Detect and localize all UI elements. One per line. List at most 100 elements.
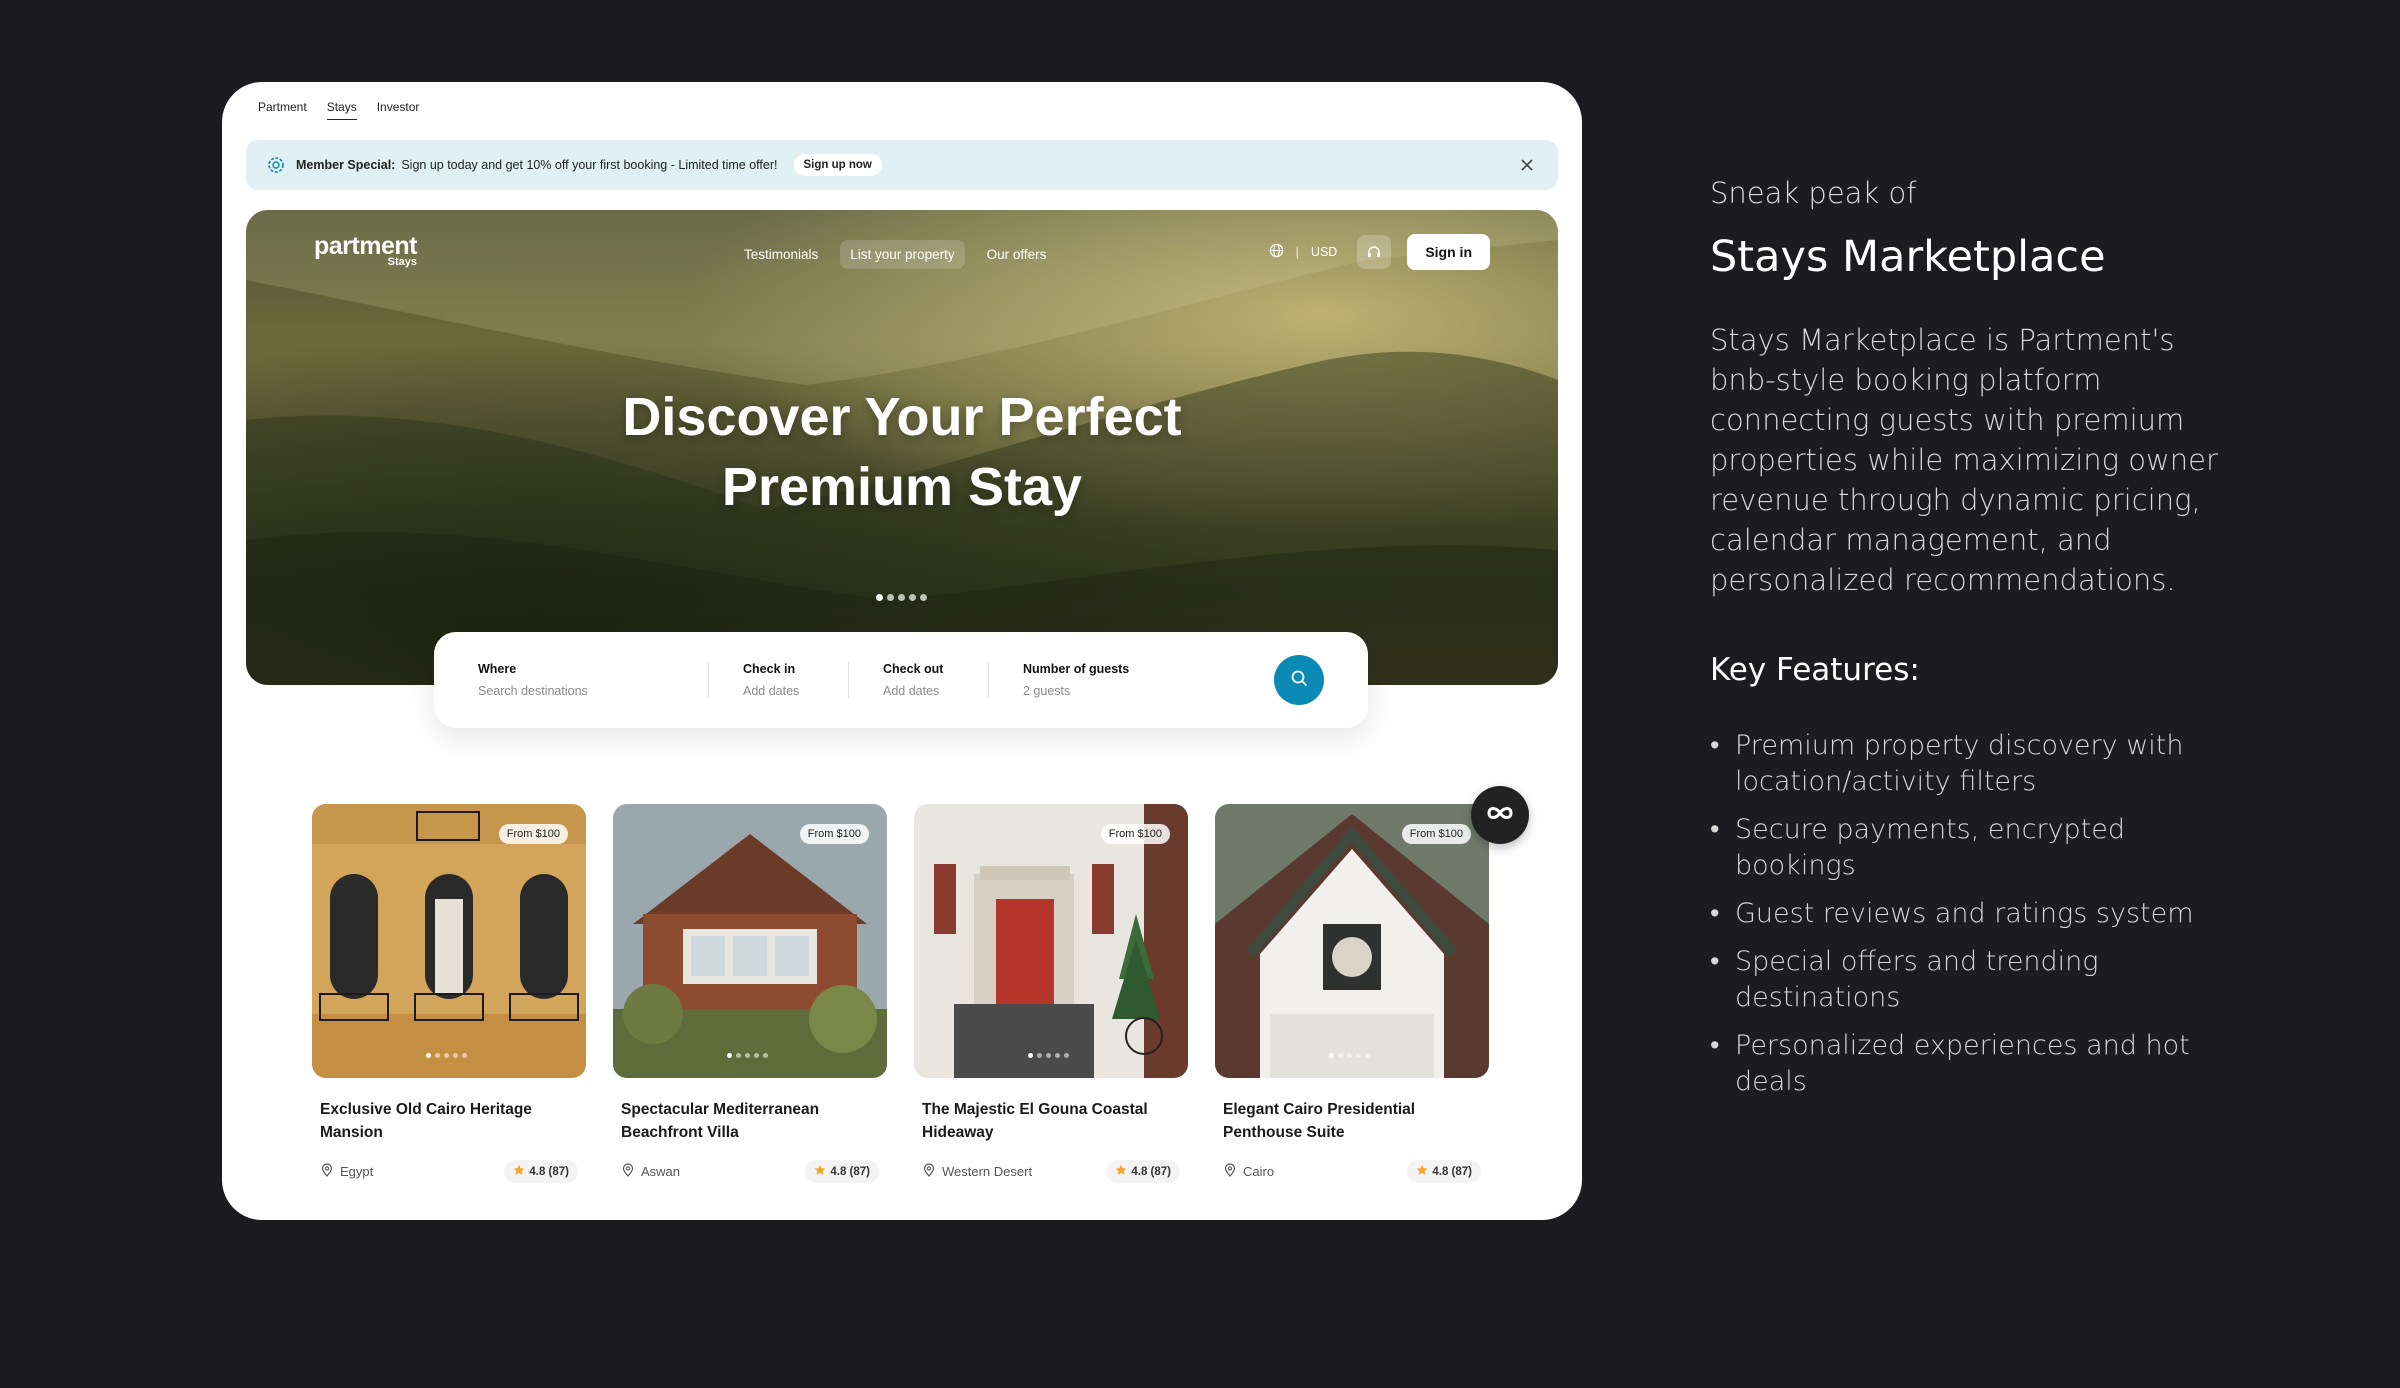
rating-text: 4.8 (87) [529, 1165, 569, 1178]
location-text: Egypt [340, 1164, 374, 1179]
topnav-stays[interactable]: Stays [326, 100, 357, 120]
headline-line-2: Premium Stay [721, 457, 1083, 517]
top-nav: Partment Stays Investor [258, 100, 419, 120]
location-text: Cairo [1243, 1164, 1275, 1179]
photo-dots[interactable] [1329, 1053, 1370, 1058]
check-in-field[interactable]: Check in Add dates [708, 662, 848, 698]
location-pin-icon [320, 1163, 334, 1180]
topnav-investor[interactable]: Investor [377, 100, 420, 120]
rating-text: 4.8 (87) [1131, 1165, 1171, 1178]
location-text: Aswan [641, 1164, 681, 1179]
listing-photo[interactable]: From $100 [914, 804, 1188, 1078]
rating-badge: 4.8 (87) [1106, 1160, 1180, 1183]
listing-photo[interactable]: From $100 [613, 804, 887, 1078]
rating-badge: 4.8 (87) [805, 1160, 879, 1183]
price-badge: From $100 [799, 824, 869, 844]
hero-banner: partment Stays Testimonials List your pr… [246, 210, 1558, 685]
headset-icon[interactable] [1357, 235, 1392, 269]
listing-location: Western Desert [922, 1163, 1032, 1180]
topnav-partment[interactable]: Partment [258, 100, 307, 120]
hero-actions: | USD Sign in [1269, 234, 1490, 270]
listing-card[interactable]: From $100 Exclusive Old Cairo Heritage M… [312, 804, 586, 1183]
listing-title[interactable]: The Majestic El Gouna Coastal Hideaway [922, 1098, 1180, 1144]
headline-line-1: Discover Your Perfect [622, 387, 1182, 447]
listings-grid: From $100 Exclusive Old Cairo Heritage M… [312, 804, 1489, 1183]
search-button[interactable] [1274, 655, 1324, 705]
search-bar: Where Search destinations Check in Add d… [434, 632, 1368, 728]
where-field[interactable]: Where Search destinations [478, 662, 708, 698]
promo-signup-button[interactable]: Sign up now [793, 154, 882, 176]
listing-title[interactable]: Elegant Cairo Presidential Penthouse Sui… [1223, 1098, 1481, 1144]
features-list: Premium property discovery with location… [1710, 728, 2230, 1100]
globe-icon[interactable] [1269, 243, 1284, 261]
menu-testimonials[interactable]: Testimonials [734, 240, 828, 269]
section-heading: Stays Marketplace [1710, 232, 2106, 282]
feature-item: Secure payments, encrypted bookings [1710, 812, 2230, 884]
listing-title[interactable]: Exclusive Old Cairo Heritage Mansion [320, 1098, 578, 1144]
location-pin-icon [621, 1163, 635, 1180]
check-in-placeholder: Add dates [743, 684, 800, 698]
check-out-field[interactable]: Check out Add dates [848, 662, 988, 698]
sign-in-button[interactable]: Sign in [1407, 234, 1490, 270]
star-icon [1416, 1164, 1428, 1179]
price-badge: From $100 [498, 824, 568, 844]
listing-location: Aswan [621, 1163, 680, 1180]
rating-text: 4.8 (87) [830, 1165, 870, 1178]
currency-select[interactable]: USD [1311, 245, 1337, 259]
feature-description: Sneak peak of Stays Marketplace Stays Ma… [1710, 176, 2230, 1112]
location-text: Western Desert [942, 1164, 1033, 1179]
listing-location: Cairo [1223, 1163, 1274, 1180]
search-icon [1290, 669, 1308, 692]
check-out-placeholder: Add dates [883, 684, 940, 698]
infinity-icon [1486, 805, 1514, 826]
rating-badge: 4.8 (87) [504, 1160, 578, 1183]
check-in-label: Check in [743, 662, 796, 676]
location-pin-icon [922, 1163, 936, 1180]
listing-card[interactable]: From $100 The Majestic El Gouna Coastal … [914, 804, 1188, 1183]
star-icon [513, 1164, 525, 1179]
photo-dots[interactable] [1028, 1053, 1069, 1058]
menu-list-property[interactable]: List your property [840, 240, 965, 269]
listing-card[interactable]: From $100 Elegant Cairo Presidential Pen… [1215, 804, 1489, 1183]
guests-value: 2 guests [1023, 684, 1071, 698]
kicker-text: Sneak peak of [1710, 176, 1917, 210]
listing-card[interactable]: From $100 Spectacular Mediterranean Beac… [613, 804, 887, 1183]
hero-headline: Discover Your Perfect Premium Stay [246, 382, 1558, 522]
carousel-dots[interactable] [876, 594, 927, 601]
price-badge: From $100 [1401, 824, 1471, 844]
brand-logo[interactable]: partment Stays [314, 234, 417, 268]
close-icon[interactable] [1516, 154, 1538, 176]
listing-location: Egypt [320, 1163, 373, 1180]
listing-title[interactable]: Spectacular Mediterranean Beachfront Vil… [621, 1098, 879, 1144]
star-icon [1115, 1164, 1127, 1179]
infinity-fab-button[interactable] [1471, 786, 1529, 844]
feature-item: Special offers and trending destinations [1710, 944, 2230, 1016]
description-paragraph: Stays Marketplace is Partment's bnb-styl… [1710, 323, 2218, 597]
hero-menu: Testimonials List your property Our offe… [734, 240, 1056, 269]
listing-photo[interactable]: From $100 [312, 804, 586, 1078]
check-out-label: Check out [883, 662, 944, 676]
promo-banner: Member Special: Sign up today and get 10… [246, 140, 1558, 190]
app-window: Partment Stays Investor Member Special: … [222, 82, 1582, 1220]
divider: | [1295, 245, 1299, 259]
promo-title: Member Special: [296, 158, 396, 172]
gear-badge-icon [266, 155, 286, 175]
rating-text: 4.8 (87) [1432, 1165, 1472, 1178]
where-placeholder: Search destinations [478, 684, 588, 698]
feature-item: Guest reviews and ratings system [1710, 896, 2230, 932]
promo-text: Sign up today and get 10% off your first… [401, 158, 778, 172]
listing-photo[interactable]: From $100 [1215, 804, 1489, 1078]
rating-badge: 4.8 (87) [1407, 1160, 1481, 1183]
price-badge: From $100 [1100, 824, 1170, 844]
feature-item: Premium property discovery with location… [1710, 728, 2230, 800]
location-pin-icon [1223, 1163, 1237, 1180]
photo-dots[interactable] [426, 1053, 467, 1058]
photo-dots[interactable] [727, 1053, 768, 1058]
guests-field[interactable]: Number of guests 2 guests [988, 662, 1198, 698]
guests-label: Number of guests [1023, 662, 1130, 676]
where-label: Where [478, 662, 517, 676]
feature-item: Personalized experiences and hot deals [1710, 1028, 2230, 1100]
features-heading: Key Features: [1710, 652, 1920, 688]
star-icon [814, 1164, 826, 1179]
menu-our-offers[interactable]: Our offers [977, 240, 1057, 269]
